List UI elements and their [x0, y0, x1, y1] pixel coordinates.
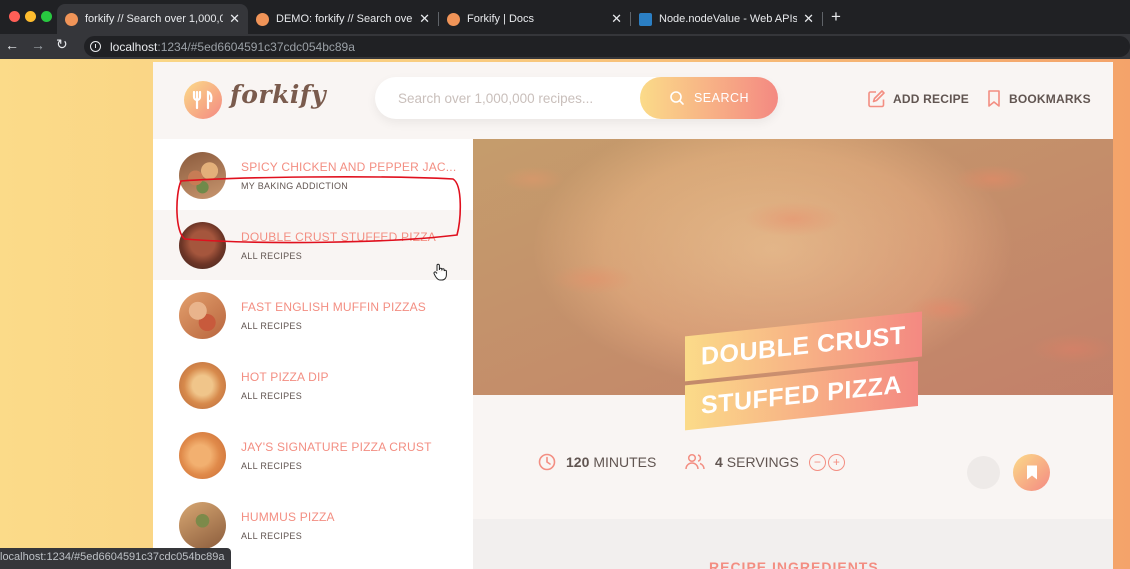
- browser-tab-forkify[interactable]: forkify // Search over 1,000,000 ✕: [57, 4, 248, 34]
- search-input[interactable]: [398, 77, 618, 119]
- cooking-time-value: 120: [566, 454, 590, 470]
- url-host: localhost: [110, 39, 158, 54]
- servings-unit: SERVINGS: [726, 454, 799, 470]
- clock-icon: [538, 453, 556, 471]
- status-bar-url: localhost:1234/#5ed6604591c37cdc054bc89a: [0, 548, 232, 569]
- add-recipe-label: ADD RECIPE: [893, 91, 970, 106]
- annotation-highlight-circle: [176, 176, 462, 244]
- app-header: forkify SEARCH ADD RECIPE: [153, 62, 1113, 139]
- tab-separator: [822, 12, 823, 26]
- recipe-view: DOUBLE CRUST STUFFED PIZZA 120 MINUTES 4…: [473, 139, 1113, 569]
- bookmarks-button[interactable]: BOOKMARKS: [986, 89, 1091, 108]
- search-form: SEARCH: [375, 77, 778, 119]
- result-publisher: ALL RECIPES: [241, 390, 302, 401]
- new-tab-plus-icon[interactable]: +: [831, 7, 841, 27]
- recipe-thumbnail: [179, 291, 226, 339]
- result-publisher: ALL RECIPES: [241, 250, 302, 261]
- tab-title: Forkify | Docs: [467, 13, 535, 25]
- mdn-favicon-icon: [639, 12, 652, 26]
- cooking-time: 120 MINUTES: [538, 453, 656, 471]
- forkify-favicon-icon: [256, 12, 269, 26]
- result-item[interactable]: FAST ENGLISH MUFFIN PIZZAS ALL RECIPES: [153, 280, 473, 350]
- bookmarks-label: BOOKMARKS: [1009, 91, 1091, 106]
- close-window-button[interactable]: [9, 11, 20, 22]
- result-item[interactable]: HOT PIZZA DIP ALL RECIPES: [153, 350, 473, 420]
- result-title: JAY'S SIGNATURE PIZZA CRUST: [241, 439, 432, 454]
- result-item[interactable]: JAY'S SIGNATURE PIZZA CRUST ALL RECIPES: [153, 420, 473, 490]
- cooking-time-unit: MINUTES: [593, 454, 657, 470]
- tab-title: DEMO: forkify // Search over 1,: [276, 13, 414, 25]
- back-arrow-icon[interactable]: ←: [5, 37, 19, 53]
- decrease-servings-icon[interactable]: −: [808, 453, 826, 471]
- result-title: FAST ENGLISH MUFFIN PIZZAS: [241, 299, 427, 314]
- address-bar[interactable]: localhost :1234/#5ed6604591c37cdc054bc89…: [84, 36, 1130, 57]
- browser-tab-mdn[interactable]: Node.nodeValue - Web APIs | M ✕: [631, 4, 822, 34]
- tab-title: forkify // Search over 1,000,000: [85, 13, 224, 25]
- result-publisher: ALL RECIPES: [241, 320, 302, 331]
- bookmark-outline-icon: [988, 90, 1000, 107]
- servings-value: 4: [715, 454, 723, 470]
- logo-text[interactable]: forkify: [230, 80, 326, 109]
- browser-tab-demo[interactable]: DEMO: forkify // Search over 1, ✕: [248, 4, 438, 34]
- forward-arrow-icon[interactable]: →: [31, 37, 45, 53]
- tab-close-icon[interactable]: ✕: [419, 11, 430, 27]
- logo-fork-knife-icon[interactable]: [184, 81, 222, 119]
- app-container: forkify SEARCH ADD RECIPE: [153, 62, 1113, 569]
- reload-icon[interactable]: ↻: [56, 36, 68, 53]
- bookmark-icon: [1026, 465, 1037, 480]
- users-icon: [685, 453, 705, 470]
- user-generated-badge: [967, 456, 1000, 489]
- edit-icon: [868, 90, 885, 108]
- minimize-window-button[interactable]: [25, 11, 36, 22]
- result-title: HOT PIZZA DIP: [241, 369, 329, 384]
- bookmark-button[interactable]: [1013, 454, 1050, 491]
- site-info-icon[interactable]: [90, 41, 101, 52]
- result-title: HUMMUS PIZZA: [241, 509, 335, 524]
- browser-toolbar: ← → ↻ localhost :1234/#5ed6604591c37cdc0…: [0, 34, 1130, 59]
- result-publisher: ALL RECIPES: [241, 530, 302, 541]
- browser-tab-bar: forkify // Search over 1,000,000 ✕ DEMO:…: [0, 0, 1130, 34]
- tab-close-icon[interactable]: ✕: [803, 11, 814, 27]
- recipe-thumbnail: [179, 361, 226, 409]
- servings: 4 SERVINGS − +: [685, 453, 845, 471]
- tab-close-icon[interactable]: ✕: [611, 11, 622, 27]
- increase-servings-icon[interactable]: +: [827, 453, 845, 471]
- maximize-window-button[interactable]: [41, 11, 52, 22]
- search-button-label: SEARCH: [693, 91, 750, 105]
- page-viewport: forkify SEARCH ADD RECIPE: [0, 59, 1130, 569]
- search-button[interactable]: SEARCH: [640, 77, 778, 119]
- recipe-thumbnail: [179, 431, 226, 479]
- forkify-favicon-icon: [65, 12, 78, 26]
- result-title: SPICY CHICKEN AND PEPPER JAC...: [241, 159, 457, 174]
- forkify-favicon-icon: [447, 12, 460, 26]
- recipe-thumbnail: [179, 501, 226, 549]
- ingredients-heading: RECIPE INGREDIENTS: [709, 559, 879, 569]
- hand-pointer-cursor-icon: [433, 263, 447, 281]
- browser-tab-docs[interactable]: Forkify | Docs ✕: [439, 4, 630, 34]
- recipe-ingredients-section: RECIPE INGREDIENTS: [473, 519, 1113, 569]
- tab-title: Node.nodeValue - Web APIs | M: [659, 13, 798, 25]
- add-recipe-button[interactable]: ADD RECIPE: [867, 89, 969, 108]
- search-icon: [670, 91, 684, 105]
- url-path: :1234/#5ed6604591c37cdc054bc89a: [157, 39, 355, 54]
- result-publisher: ALL RECIPES: [241, 460, 302, 471]
- tab-close-icon[interactable]: ✕: [229, 11, 240, 27]
